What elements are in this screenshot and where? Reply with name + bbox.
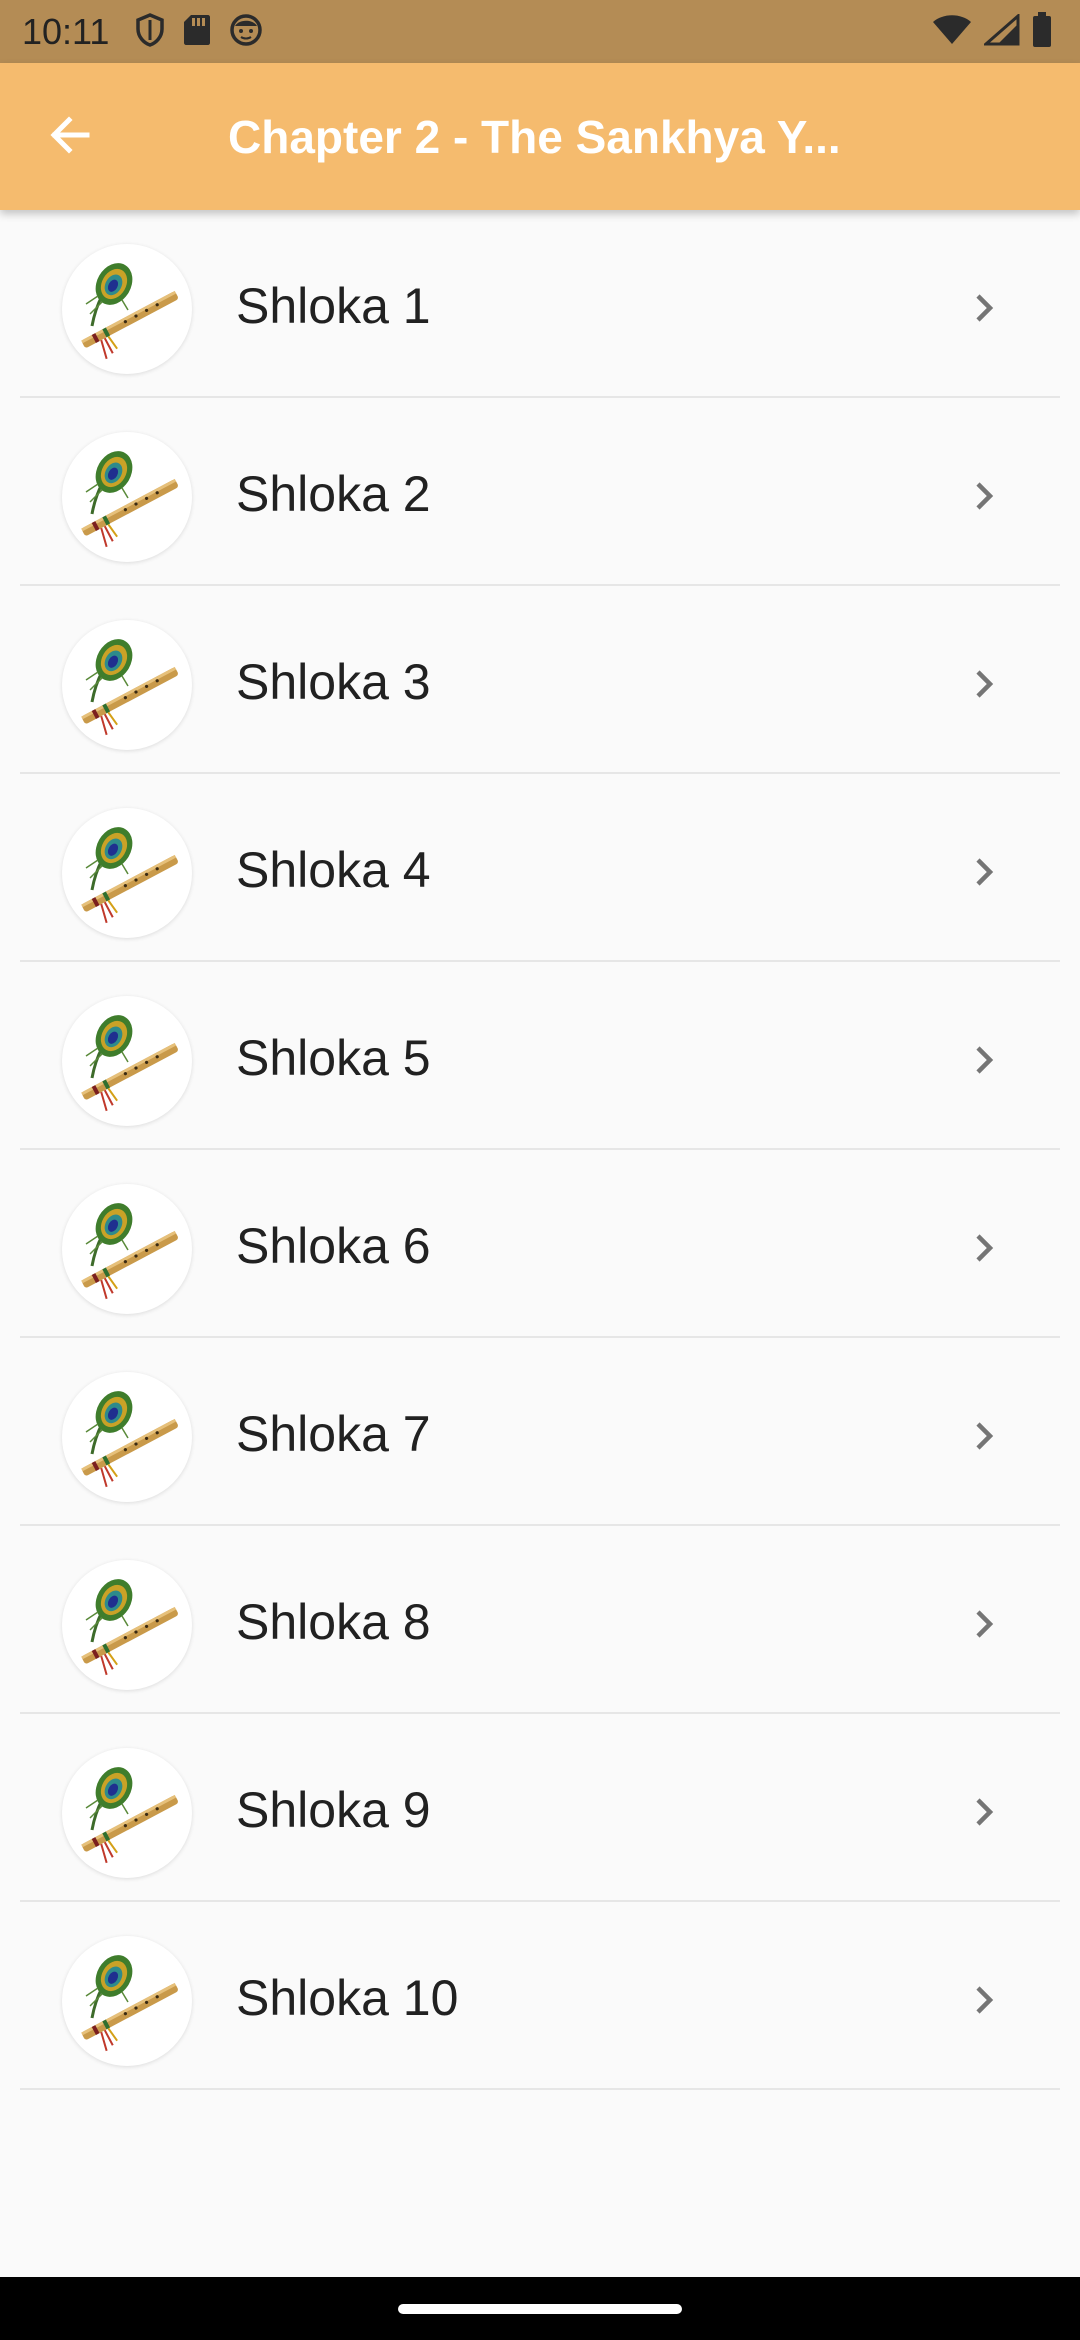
list-item-label: Shloka 7 [236, 1406, 431, 1462]
chevron-right-icon [968, 1792, 1000, 1832]
wifi-icon [932, 14, 972, 51]
chevron-right-icon [968, 288, 1000, 328]
list-item-label: Shloka 1 [236, 278, 431, 334]
list-item-shloka-8[interactable]: Shloka 8 [0, 1526, 1080, 1714]
list-item-shloka-4[interactable]: Shloka 4 [0, 774, 1080, 962]
list-item-label: Shloka 6 [236, 1218, 431, 1274]
list-item-shloka-9[interactable]: Shloka 9 [0, 1714, 1080, 1902]
status-time: 10:11 [22, 11, 110, 52]
home-gesture-handle[interactable] [398, 2304, 682, 2314]
peacock-feather-flute-icon [62, 1748, 192, 1878]
peacock-feather-flute-icon [62, 620, 192, 750]
chevron-right-icon [968, 664, 1000, 704]
chevron-right-icon [968, 1228, 1000, 1268]
list-item-label: Shloka 4 [236, 842, 431, 898]
sd-card-icon [183, 13, 211, 52]
peacock-feather-flute-icon [62, 244, 192, 374]
list-item-label: Shloka 5 [236, 1030, 431, 1086]
chevron-right-icon [968, 476, 1000, 516]
peacock-feather-flute-icon [62, 808, 192, 938]
peacock-feather-flute-icon [62, 1936, 192, 2066]
shield-icon [135, 12, 165, 52]
list-item-label: Shloka 9 [236, 1782, 431, 1838]
signal-icon [982, 12, 1020, 51]
status-right-icons [932, 11, 1052, 53]
face-icon [229, 13, 263, 52]
battery-icon [1032, 11, 1052, 53]
peacock-feather-flute-icon [62, 1560, 192, 1690]
list-item-label: Shloka 10 [236, 1970, 459, 2026]
list-item-label: Shloka 2 [236, 466, 431, 522]
chevron-right-icon [968, 1604, 1000, 1644]
arrow-left-icon [47, 112, 93, 163]
list-item-shloka-5[interactable]: Shloka 5 [0, 962, 1080, 1150]
status-bar: 10:11 [0, 0, 1080, 63]
peacock-feather-flute-icon [62, 432, 192, 562]
screen: 10:11 Chapter 2 - The Sankhya Y... Shlok… [0, 0, 1080, 2340]
chevron-right-icon [968, 852, 1000, 892]
chevron-right-icon [968, 1416, 1000, 1456]
list-item-shloka-7[interactable]: Shloka 7 [0, 1338, 1080, 1526]
app-bar: Chapter 2 - The Sankhya Y... [0, 63, 1080, 210]
list-item-shloka-10[interactable]: Shloka 10 [0, 1902, 1080, 2090]
page-title: Chapter 2 - The Sankhya Y... [228, 111, 841, 163]
chevron-right-icon [968, 1040, 1000, 1080]
status-left-icons [135, 12, 263, 52]
back-button[interactable] [40, 107, 100, 167]
list-item-label: Shloka 3 [236, 654, 431, 710]
list-item-shloka-3[interactable]: Shloka 3 [0, 586, 1080, 774]
shloka-list: Shloka 1 Shloka 2 Shloka 3 Shloka 4 Shlo… [0, 210, 1080, 2090]
peacock-feather-flute-icon [62, 1184, 192, 1314]
list-item-shloka-6[interactable]: Shloka 6 [0, 1150, 1080, 1338]
peacock-feather-flute-icon [62, 996, 192, 1126]
list-item-label: Shloka 8 [236, 1594, 431, 1650]
list-item-shloka-2[interactable]: Shloka 2 [0, 398, 1080, 586]
peacock-feather-flute-icon [62, 1372, 192, 1502]
chevron-right-icon [968, 1980, 1000, 2020]
navigation-bar [0, 2277, 1080, 2340]
list-item-shloka-1[interactable]: Shloka 1 [0, 210, 1080, 398]
